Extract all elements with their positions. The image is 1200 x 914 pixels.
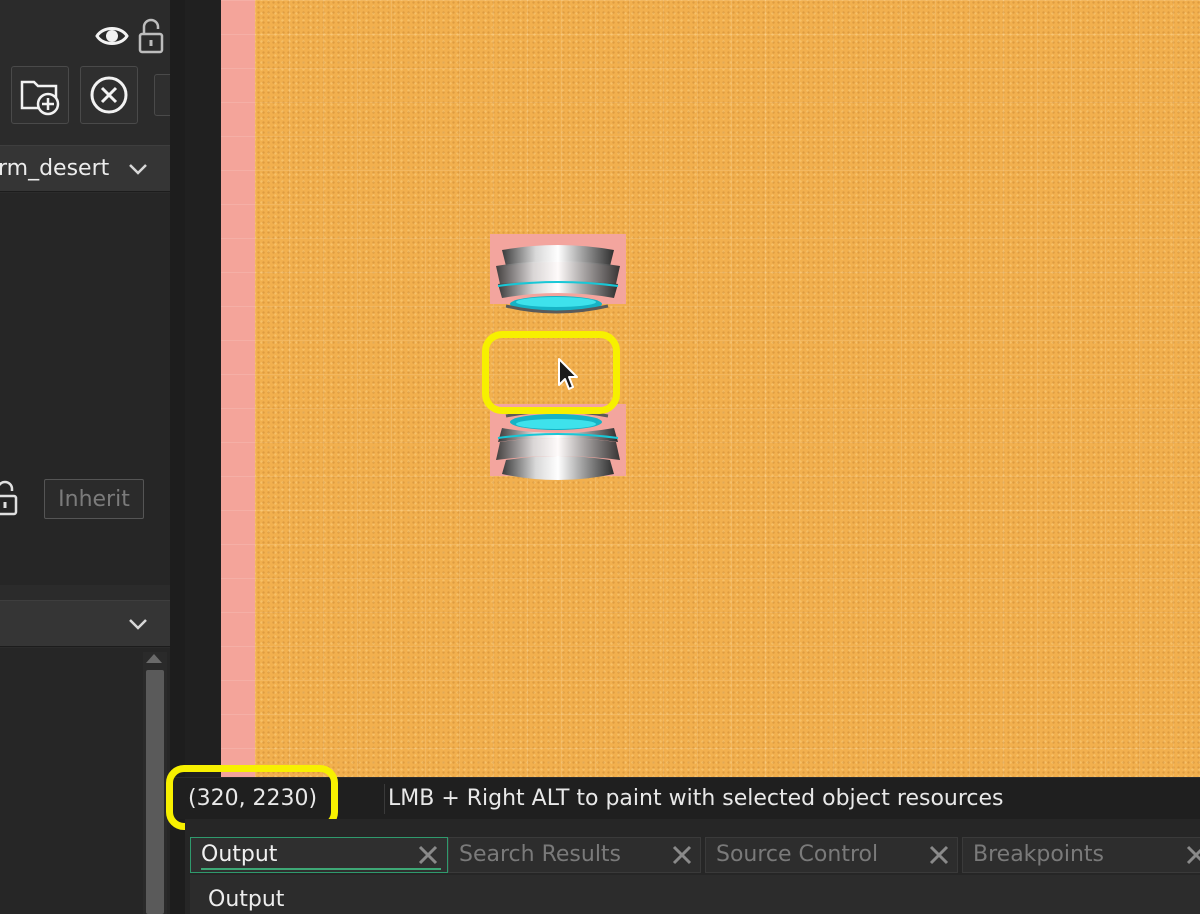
scroll-up-arrow-icon[interactable] — [146, 654, 162, 663]
unlock-icon[interactable] — [0, 480, 18, 516]
output-panel-title: Output — [208, 887, 285, 912]
chevron-down-icon — [129, 619, 147, 630]
status-hint: LMB + Right ALT to paint with selected o… — [388, 786, 1004, 811]
section-dropdown[interactable] — [0, 600, 170, 647]
toolbar-button-partial[interactable] — [154, 74, 170, 116]
mouse-cursor-icon — [558, 358, 578, 390]
tab-breakpoints-label: Breakpoints — [973, 842, 1104, 867]
close-icon[interactable] — [671, 844, 693, 866]
layer-toolbar — [0, 0, 170, 140]
close-icon[interactable] — [928, 844, 950, 866]
tab-output[interactable]: Output — [190, 837, 448, 873]
add-folder-button[interactable] — [11, 66, 69, 124]
chevron-down-icon — [129, 164, 147, 175]
tab-search-results-label: Search Results — [459, 842, 622, 867]
room-border-strip — [221, 0, 255, 777]
properties-area — [0, 193, 170, 585]
output-dock: Output Search Results Source Control Bre… — [185, 819, 1200, 914]
left-panel: rm_desert Inherit — [0, 0, 170, 914]
tab-search-results[interactable]: Search Results — [448, 837, 701, 873]
eye-icon[interactable] — [95, 22, 129, 50]
room-dropdown[interactable]: rm_desert — [0, 145, 170, 192]
tab-source-control-label: Source Control — [716, 842, 879, 867]
room-gutter — [185, 0, 221, 780]
close-icon[interactable] — [1185, 844, 1200, 866]
unlock-icon[interactable] — [138, 18, 164, 54]
delete-button[interactable] — [80, 66, 138, 124]
tab-breakpoints[interactable]: Breakpoints — [962, 837, 1200, 873]
highlight-box — [482, 331, 620, 414]
active-tab-indicator — [201, 868, 441, 870]
scrollbar-thumb[interactable] — [146, 670, 164, 914]
room-dropdown-label: rm_desert — [0, 156, 110, 181]
status-bar: (320, 2230) LMB + Right ALT to paint wit… — [166, 765, 1200, 830]
close-icon[interactable] — [417, 844, 439, 866]
object-instance-top[interactable] — [492, 236, 624, 318]
folder-add-icon — [20, 80, 60, 116]
room-canvas[interactable] — [221, 0, 1200, 777]
object-instance-bottom[interactable] — [492, 404, 624, 484]
inherit-button[interactable]: Inherit — [44, 479, 144, 519]
tab-source-control[interactable]: Source Control — [705, 837, 958, 873]
tab-output-label: Output — [201, 842, 278, 867]
close-circle-icon — [90, 76, 128, 114]
status-separator — [384, 784, 385, 814]
output-panel — [190, 875, 1200, 914]
